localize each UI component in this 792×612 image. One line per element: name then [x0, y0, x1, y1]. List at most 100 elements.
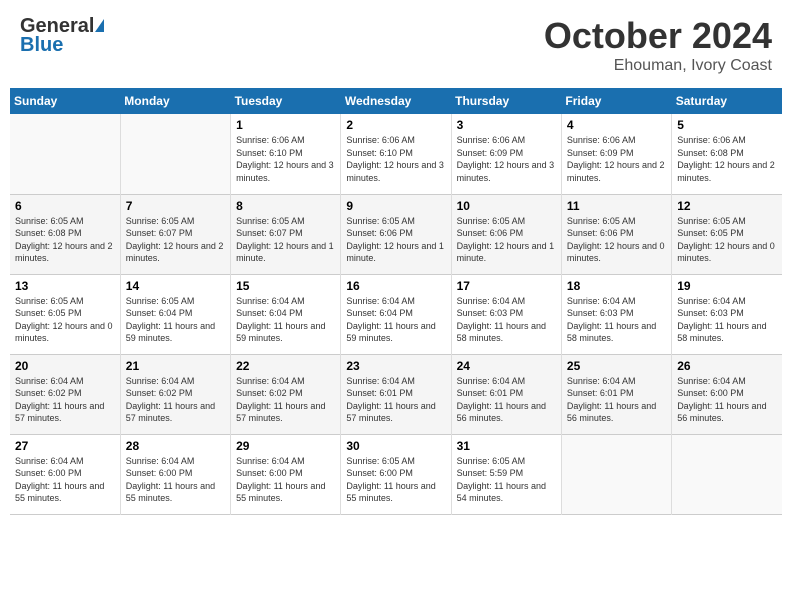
calendar-week-row: 6Sunrise: 6:05 AM Sunset: 6:08 PM Daylig…: [10, 194, 782, 274]
header-wednesday: Wednesday: [341, 88, 451, 114]
day-info: Sunrise: 6:06 AM Sunset: 6:09 PM Dayligh…: [567, 134, 666, 184]
calendar-week-row: 13 Sunrise: 6:05 AM Sunset: 6:05 PM Dayli…: [10, 274, 782, 354]
day-info: Sunrise: 6:04 AM Sunset: 6:03 PM Dayligh…: [677, 295, 777, 345]
calendar-cell: [672, 434, 782, 514]
day-number: 16: [346, 279, 445, 293]
header-friday: Friday: [561, 88, 671, 114]
day-number: 17: [457, 279, 556, 293]
calendar-cell: 20 Sunrise: 6:04 AM Sunset: 6:02 PM Dayli…: [10, 354, 120, 434]
calendar-week-row: 27 Sunrise: 6:04 AM Sunset: 6:00 PM Dayli…: [10, 434, 782, 514]
page-header: General Blue October 2024 Ehouman, Ivory…: [10, 10, 782, 80]
day-number: 6: [15, 199, 115, 213]
day-info: Sunrise: 6:04 AM Sunset: 6:04 PM Dayligh…: [236, 295, 335, 345]
day-info: Sunrise: 6:04 AM Sunset: 6:03 PM Dayligh…: [567, 295, 666, 345]
day-number: 20: [15, 359, 115, 373]
day-info: Sunrise: 6:04 AM Sunset: 6:00 PM Dayligh…: [236, 455, 335, 505]
location: Ehouman, Ivory Coast: [544, 57, 772, 75]
day-info: Sunrise: 6:05 AM Sunset: 6:05 PM Dayligh…: [15, 295, 115, 345]
calendar-cell: 11Sunrise: 6:05 AM Sunset: 6:06 PM Dayli…: [561, 194, 671, 274]
day-number: 28: [126, 439, 225, 453]
day-info: Sunrise: 6:04 AM Sunset: 6:02 PM Dayligh…: [15, 375, 115, 425]
day-info: Sunrise: 6:04 AM Sunset: 6:00 PM Dayligh…: [677, 375, 777, 425]
calendar-cell: 16Sunrise: 6:04 AM Sunset: 6:04 PM Dayli…: [341, 274, 451, 354]
day-info: Sunrise: 6:04 AM Sunset: 6:00 PM Dayligh…: [15, 455, 115, 505]
day-number: 23: [346, 359, 445, 373]
logo: General Blue: [20, 15, 104, 57]
calendar-week-row: 1 Sunrise: 6:06 AM Sunset: 6:10 PM Daylig…: [10, 114, 782, 194]
day-number: 26: [677, 359, 777, 373]
day-number: 11: [567, 199, 666, 213]
calendar-cell: 12 Sunrise: 6:05 AM Sunset: 6:05 PM Dayli…: [672, 194, 782, 274]
calendar-cell: 28 Sunrise: 6:04 AM Sunset: 6:00 PM Dayli…: [120, 434, 230, 514]
calendar-cell: 10 Sunrise: 6:05 AM Sunset: 6:06 PM Dayli…: [451, 194, 561, 274]
day-number: 31: [457, 439, 556, 453]
calendar-cell: 5Sunrise: 6:06 AM Sunset: 6:08 PM Daylig…: [672, 114, 782, 194]
calendar-cell: 13 Sunrise: 6:05 AM Sunset: 6:05 PM Dayli…: [10, 274, 120, 354]
day-number: 8: [236, 199, 335, 213]
calendar-cell: [10, 114, 120, 194]
day-number: 12: [677, 199, 777, 213]
month-title: October 2024: [544, 15, 772, 57]
calendar-cell: 21 Sunrise: 6:04 AM Sunset: 6:02 PM Dayli…: [120, 354, 230, 434]
calendar-cell: 15 Sunrise: 6:04 AM Sunset: 6:04 PM Dayli…: [231, 274, 341, 354]
day-info: Sunrise: 6:05 AM Sunset: 6:07 PM Dayligh…: [236, 215, 335, 265]
calendar-cell: 7 Sunrise: 6:05 AM Sunset: 6:07 PM Daylig…: [120, 194, 230, 274]
day-info: Sunrise: 6:04 AM Sunset: 6:00 PM Dayligh…: [126, 455, 225, 505]
day-info: Sunrise: 6:04 AM Sunset: 6:01 PM Dayligh…: [567, 375, 666, 425]
calendar-cell: [561, 434, 671, 514]
day-info: Sunrise: 6:05 AM Sunset: 6:06 PM Dayligh…: [457, 215, 556, 265]
logo-blue: Blue: [20, 34, 63, 57]
calendar-cell: 6Sunrise: 6:05 AM Sunset: 6:08 PM Daylig…: [10, 194, 120, 274]
day-number: 19: [677, 279, 777, 293]
calendar-header-row: SundayMondayTuesdayWednesdayThursdayFrid…: [10, 88, 782, 114]
day-info: Sunrise: 6:04 AM Sunset: 6:02 PM Dayligh…: [126, 375, 225, 425]
calendar-cell: 18 Sunrise: 6:04 AM Sunset: 6:03 PM Dayli…: [561, 274, 671, 354]
day-number: 22: [236, 359, 335, 373]
header-sunday: Sunday: [10, 88, 120, 114]
day-number: 21: [126, 359, 225, 373]
calendar-cell: 3 Sunrise: 6:06 AM Sunset: 6:09 PM Daylig…: [451, 114, 561, 194]
day-number: 24: [457, 359, 556, 373]
day-info: Sunrise: 6:04 AM Sunset: 6:03 PM Dayligh…: [457, 295, 556, 345]
day-info: Sunrise: 6:05 AM Sunset: 6:05 PM Dayligh…: [677, 215, 777, 265]
logo-triangle-icon: [95, 19, 104, 32]
calendar-cell: 22 Sunrise: 6:04 AM Sunset: 6:02 PM Dayli…: [231, 354, 341, 434]
day-number: 14: [126, 279, 225, 293]
day-number: 7: [126, 199, 225, 213]
calendar-cell: 1 Sunrise: 6:06 AM Sunset: 6:10 PM Daylig…: [231, 114, 341, 194]
day-number: 27: [15, 439, 115, 453]
calendar-week-row: 20 Sunrise: 6:04 AM Sunset: 6:02 PM Dayli…: [10, 354, 782, 434]
title-area: October 2024 Ehouman, Ivory Coast: [544, 15, 772, 75]
calendar-cell: 2Sunrise: 6:06 AM Sunset: 6:10 PM Daylig…: [341, 114, 451, 194]
calendar-cell: 31Sunrise: 6:05 AM Sunset: 5:59 PM Dayli…: [451, 434, 561, 514]
header-saturday: Saturday: [672, 88, 782, 114]
day-info: Sunrise: 6:04 AM Sunset: 6:02 PM Dayligh…: [236, 375, 335, 425]
day-info: Sunrise: 6:04 AM Sunset: 6:01 PM Dayligh…: [457, 375, 556, 425]
day-number: 5: [677, 118, 777, 132]
day-info: Sunrise: 6:04 AM Sunset: 6:01 PM Dayligh…: [346, 375, 445, 425]
header-thursday: Thursday: [451, 88, 561, 114]
day-info: Sunrise: 6:06 AM Sunset: 6:10 PM Dayligh…: [236, 134, 335, 184]
day-number: 15: [236, 279, 335, 293]
day-number: 13: [15, 279, 115, 293]
day-number: 4: [567, 118, 666, 132]
day-number: 3: [457, 118, 556, 132]
day-info: Sunrise: 6:06 AM Sunset: 6:09 PM Dayligh…: [457, 134, 556, 184]
day-info: Sunrise: 6:05 AM Sunset: 6:07 PM Dayligh…: [126, 215, 225, 265]
day-number: 18: [567, 279, 666, 293]
calendar-cell: 30Sunrise: 6:05 AM Sunset: 6:00 PM Dayli…: [341, 434, 451, 514]
day-number: 25: [567, 359, 666, 373]
calendar-cell: 14 Sunrise: 6:05 AM Sunset: 6:04 PM Dayli…: [120, 274, 230, 354]
header-tuesday: Tuesday: [231, 88, 341, 114]
day-number: 10: [457, 199, 556, 213]
day-number: 29: [236, 439, 335, 453]
header-monday: Monday: [120, 88, 230, 114]
calendar-cell: 8 Sunrise: 6:05 AM Sunset: 6:07 PM Daylig…: [231, 194, 341, 274]
day-number: 9: [346, 199, 445, 213]
calendar-cell: 23 Sunrise: 6:04 AM Sunset: 6:01 PM Dayli…: [341, 354, 451, 434]
calendar-cell: [120, 114, 230, 194]
calendar-cell: 4 Sunrise: 6:06 AM Sunset: 6:09 PM Daylig…: [561, 114, 671, 194]
day-info: Sunrise: 6:05 AM Sunset: 6:04 PM Dayligh…: [126, 295, 225, 345]
day-number: 1: [236, 118, 335, 132]
day-number: 2: [346, 118, 445, 132]
